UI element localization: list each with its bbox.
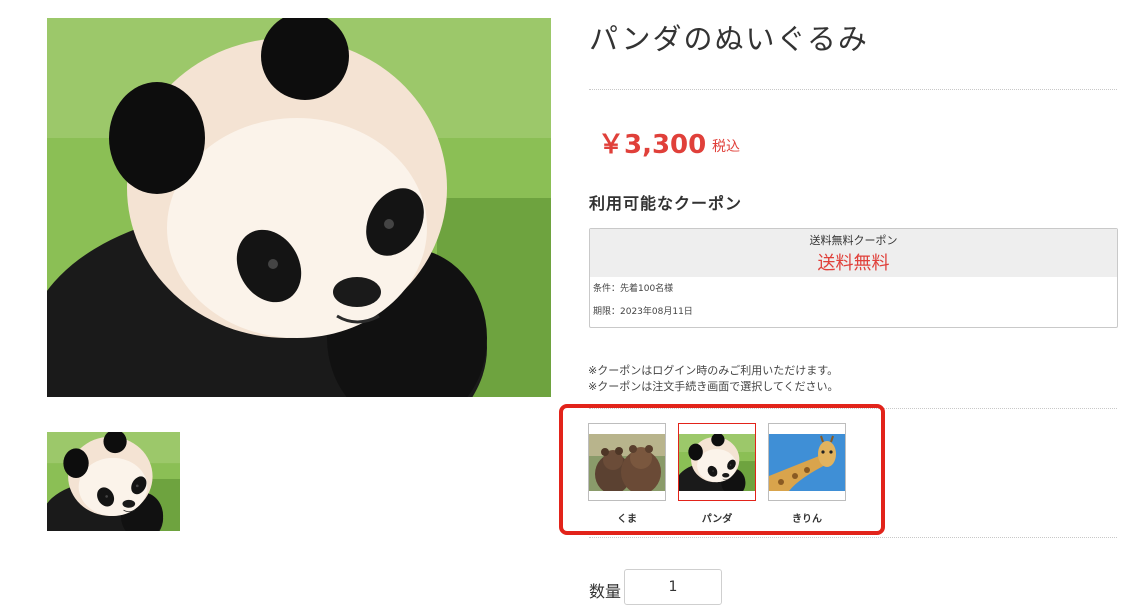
variant-label: きりん xyxy=(792,514,822,525)
variant-swatch[interactable] xyxy=(678,423,756,501)
variant-option-panda[interactable]: パンダ xyxy=(678,423,756,525)
variant-option-bear[interactable]: くま xyxy=(588,423,666,525)
panda-photo-icon xyxy=(679,434,755,491)
divider xyxy=(589,89,1117,90)
coupon-expiry: 期限：2023年08月11日 xyxy=(593,307,693,317)
variant-swatch[interactable] xyxy=(768,423,846,501)
product-price: ￥3,300 xyxy=(598,130,707,160)
tax-label: 税込 xyxy=(712,139,740,155)
variant-label: パンダ xyxy=(701,514,733,525)
variant-option-giraffe[interactable]: きりん xyxy=(768,423,846,525)
coupon-note: ※クーポンは注文手続き画面で選択してください。 xyxy=(588,380,839,393)
coupon-name: 送料無料クーポン xyxy=(809,234,898,247)
quantity-input[interactable] xyxy=(624,569,722,605)
divider xyxy=(589,537,1117,538)
coupon-card: 送料無料クーポン 送料無料 条件：先着100名様 期限：2023年08月11日 xyxy=(589,228,1118,328)
variant-swatch[interactable] xyxy=(588,423,666,501)
bear-photo-icon xyxy=(589,434,665,491)
panda-photo-icon xyxy=(47,432,180,531)
giraffe-photo-icon xyxy=(769,434,845,491)
coupon-heading: 利用可能なクーポン xyxy=(589,194,743,213)
panda-photo-icon xyxy=(47,18,551,397)
main-product-image xyxy=(47,18,551,397)
product-thumbnail[interactable] xyxy=(47,432,180,531)
product-title: パンダのぬいぐるみ xyxy=(589,22,869,56)
coupon-value: 送料無料 xyxy=(817,253,890,274)
quantity-label: 数量 xyxy=(589,582,622,601)
coupon-note: ※クーポンはログイン時のみご利用いただけます。 xyxy=(588,364,839,377)
coupon-header: 送料無料クーポン 送料無料 xyxy=(590,229,1117,277)
variant-label: くま xyxy=(617,514,637,525)
coupon-condition: 条件：先着100名様 xyxy=(593,284,674,294)
